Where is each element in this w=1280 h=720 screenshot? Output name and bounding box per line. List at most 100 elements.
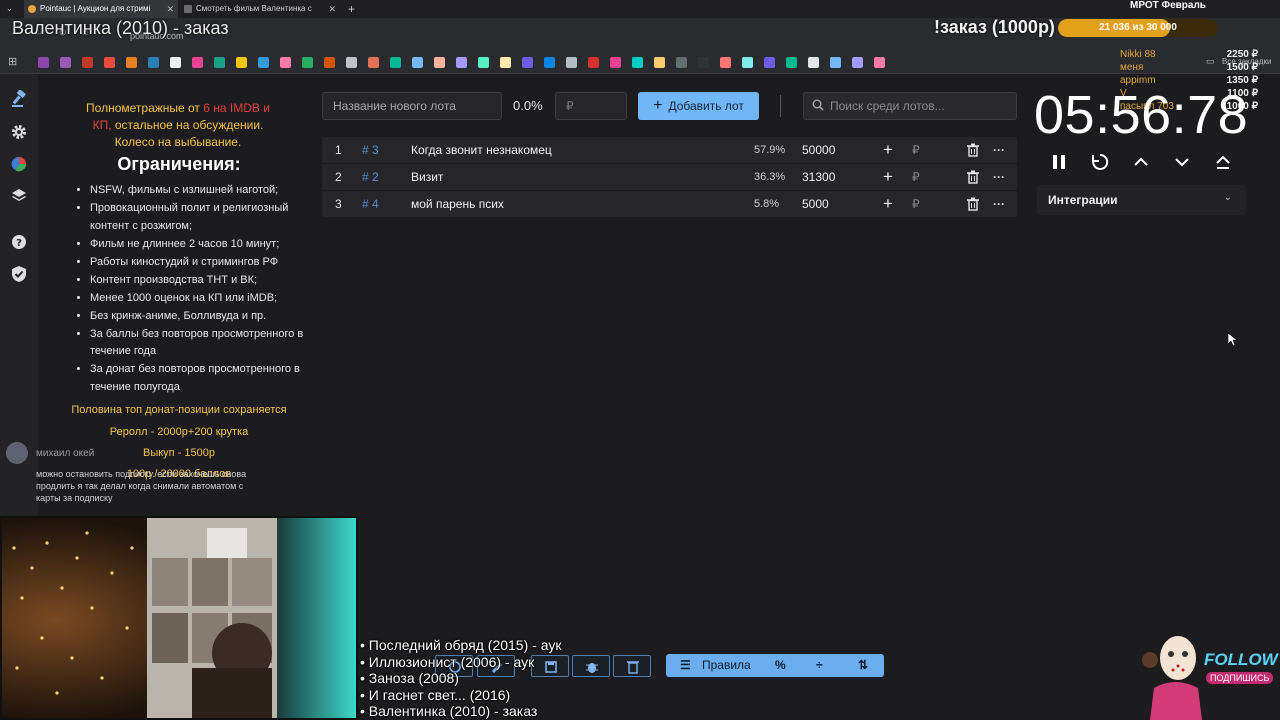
help-icon[interactable]: ? [10, 233, 28, 251]
bookmark-favicon-icon[interactable] [280, 57, 291, 68]
bookmark-favicon-icon[interactable] [258, 57, 269, 68]
bookmark-favicon-icon[interactable] [610, 57, 621, 68]
bookmark-favicon-icon[interactable] [786, 57, 797, 68]
new-tab-button[interactable]: + [344, 0, 362, 18]
bookmark-favicon-icon[interactable] [148, 57, 159, 68]
bookmark-favicon-icon[interactable] [390, 57, 401, 68]
restriction-item: Провокационный полит и религиозный конте… [90, 200, 310, 235]
bookmark-favicon-icon[interactable] [192, 57, 203, 68]
search-lots-input[interactable]: Поиск среди лотов... [803, 92, 1017, 120]
hockey-mask-mascot-icon [1142, 636, 1202, 720]
bookmark-favicon-icon[interactable] [346, 57, 357, 68]
chevron-down-icon[interactable] [1172, 152, 1192, 172]
shield-icon[interactable] [10, 265, 28, 283]
bookmark-favicon-icon[interactable] [368, 57, 379, 68]
apps-grid-icon[interactable]: ⊞ [8, 55, 17, 68]
bookmark-favicon-icon[interactable] [808, 57, 819, 68]
lot-name[interactable]: мой парень псих [411, 191, 504, 217]
lot-amount[interactable]: 31300 [802, 164, 835, 190]
gear-icon[interactable] [10, 123, 28, 141]
bookmark-favicon-icon[interactable] [676, 57, 687, 68]
bookmark-favicon-icon[interactable] [236, 57, 247, 68]
pause-icon[interactable] [1049, 152, 1069, 172]
percent-icon[interactable]: % [775, 654, 786, 677]
bookmark-favicon-icon[interactable] [720, 57, 731, 68]
add-amount-button[interactable]: + [883, 137, 893, 163]
add-amount-button[interactable]: + [883, 164, 893, 190]
integrations-accordion[interactable]: Интеграции ⌄ [1037, 185, 1246, 215]
browser-tab-pointauc[interactable]: Pointauc | Аукцион для стримі ✕ [24, 0, 178, 18]
lot-number: # 2 [362, 170, 379, 184]
lot-amount[interactable]: 5000 [802, 191, 829, 217]
bookmark-favicon-icon[interactable] [38, 57, 49, 68]
layers-icon[interactable] [10, 187, 28, 205]
bookmark-favicon-icon[interactable] [522, 57, 533, 68]
bookmark-favicon-icon[interactable] [874, 57, 885, 68]
bookmark-favicon-icon[interactable] [764, 57, 775, 68]
chevron-up-icon[interactable] [1131, 152, 1151, 172]
bookmark-favicon-icon[interactable] [126, 57, 137, 68]
reset-icon[interactable] [1090, 152, 1110, 172]
more-options-button[interactable]: ··· [993, 191, 1005, 217]
sort-icon[interactable]: ⇅ [858, 654, 868, 677]
trash-icon[interactable] [966, 143, 980, 157]
tab-menu-button[interactable]: ⌄ [0, 0, 22, 18]
bookmark-favicon-icon[interactable] [60, 57, 71, 68]
bookmark-favicon-icon[interactable] [478, 57, 489, 68]
bookmark-favicon-icon[interactable] [104, 57, 115, 68]
bookmark-favicon-icon[interactable] [412, 57, 423, 68]
lot-name[interactable]: Когда звонит незнакомец [411, 137, 552, 163]
new-lot-name-input[interactable]: Название нового лота [322, 92, 502, 120]
plus-icon: + [653, 97, 663, 114]
bookmark-favicon-icon[interactable] [698, 57, 709, 68]
donor-amount: 1500 ₽ [1226, 62, 1258, 73]
bookmark-favicon-icon[interactable] [742, 57, 753, 68]
bookmark-favicon-icon[interactable] [566, 57, 577, 68]
split-icon[interactable]: ÷ [816, 654, 823, 677]
close-tab-icon[interactable]: ✕ [328, 0, 336, 18]
chat-message-text: можно остановить подписку. если захочешь… [36, 469, 247, 503]
more-options-button[interactable]: ··· [993, 137, 1005, 163]
trash-icon[interactable] [966, 197, 980, 211]
lot-row[interactable]: 1 # 3 Когда звонит незнакомец 57.9% 50000 + ₽ ·… [322, 137, 1017, 163]
pie-chart-icon[interactable] [10, 155, 28, 173]
bookmark-favicon-icon[interactable] [632, 57, 643, 68]
bookmark-favicon-icon[interactable] [852, 57, 863, 68]
bookmark-favicon-icon[interactable] [500, 57, 511, 68]
bookmark-favicon-icon[interactable] [82, 57, 93, 68]
bookmark-favicon-icon[interactable] [324, 57, 335, 68]
lot-index: 2 [335, 170, 342, 184]
lot-row[interactable]: 2 # 2 Визит 36.3% 31300 + ₽ ··· [322, 164, 1017, 190]
lot-amount[interactable]: 50000 [802, 137, 835, 163]
add-amount-button[interactable]: + [883, 191, 893, 217]
double-chevron-up-icon[interactable] [1213, 152, 1233, 172]
bookmark-favicon-icon[interactable] [170, 57, 181, 68]
rules-button[interactable]: Правила [702, 654, 751, 677]
history-item: • Валентинка (2010) - заказ [360, 703, 538, 719]
bookmark-favicon-icon[interactable] [654, 57, 665, 68]
bookmark-favicon-icon[interactable] [588, 57, 599, 68]
bookmark-favicon-icon[interactable] [456, 57, 467, 68]
tab-label: Смотреть фильм Валентинка с [196, 4, 312, 13]
avatar [6, 442, 28, 464]
lot-index: 1 [335, 143, 342, 157]
bookmark-favicon-icon[interactable] [302, 57, 313, 68]
bookmark-favicon-icon[interactable] [830, 57, 841, 68]
donation-goal-bar: 21 036 из 30 000 [1058, 19, 1218, 37]
lot-row[interactable]: 3 # 4 мой парень псих 5.8% 5000 + ₽ ··· [322, 191, 1017, 217]
chat-username: михаил окей [36, 448, 95, 459]
bookmark-favicon-icon[interactable] [544, 57, 555, 68]
gavel-icon[interactable] [10, 90, 28, 108]
history-item: • Последний обряд (2015) - аук [360, 637, 562, 653]
trash-icon[interactable] [966, 170, 980, 184]
browser-tab-movie[interactable]: Смотреть фильм Валентинка с ✕ [180, 0, 340, 18]
all-bookmarks-folder-icon[interactable]: ▭ [1206, 56, 1215, 67]
more-options-button[interactable]: ··· [993, 164, 1005, 190]
lot-name[interactable]: Визит [411, 164, 443, 190]
add-lot-button[interactable]: + Добавить лот [638, 92, 759, 120]
bookmark-favicon-icon[interactable] [214, 57, 225, 68]
close-tab-icon[interactable]: ✕ [166, 0, 174, 18]
new-lot-percent: 0.0% [513, 98, 543, 113]
new-lot-amount-input[interactable]: ₽ [555, 92, 627, 120]
bookmark-favicon-icon[interactable] [434, 57, 445, 68]
